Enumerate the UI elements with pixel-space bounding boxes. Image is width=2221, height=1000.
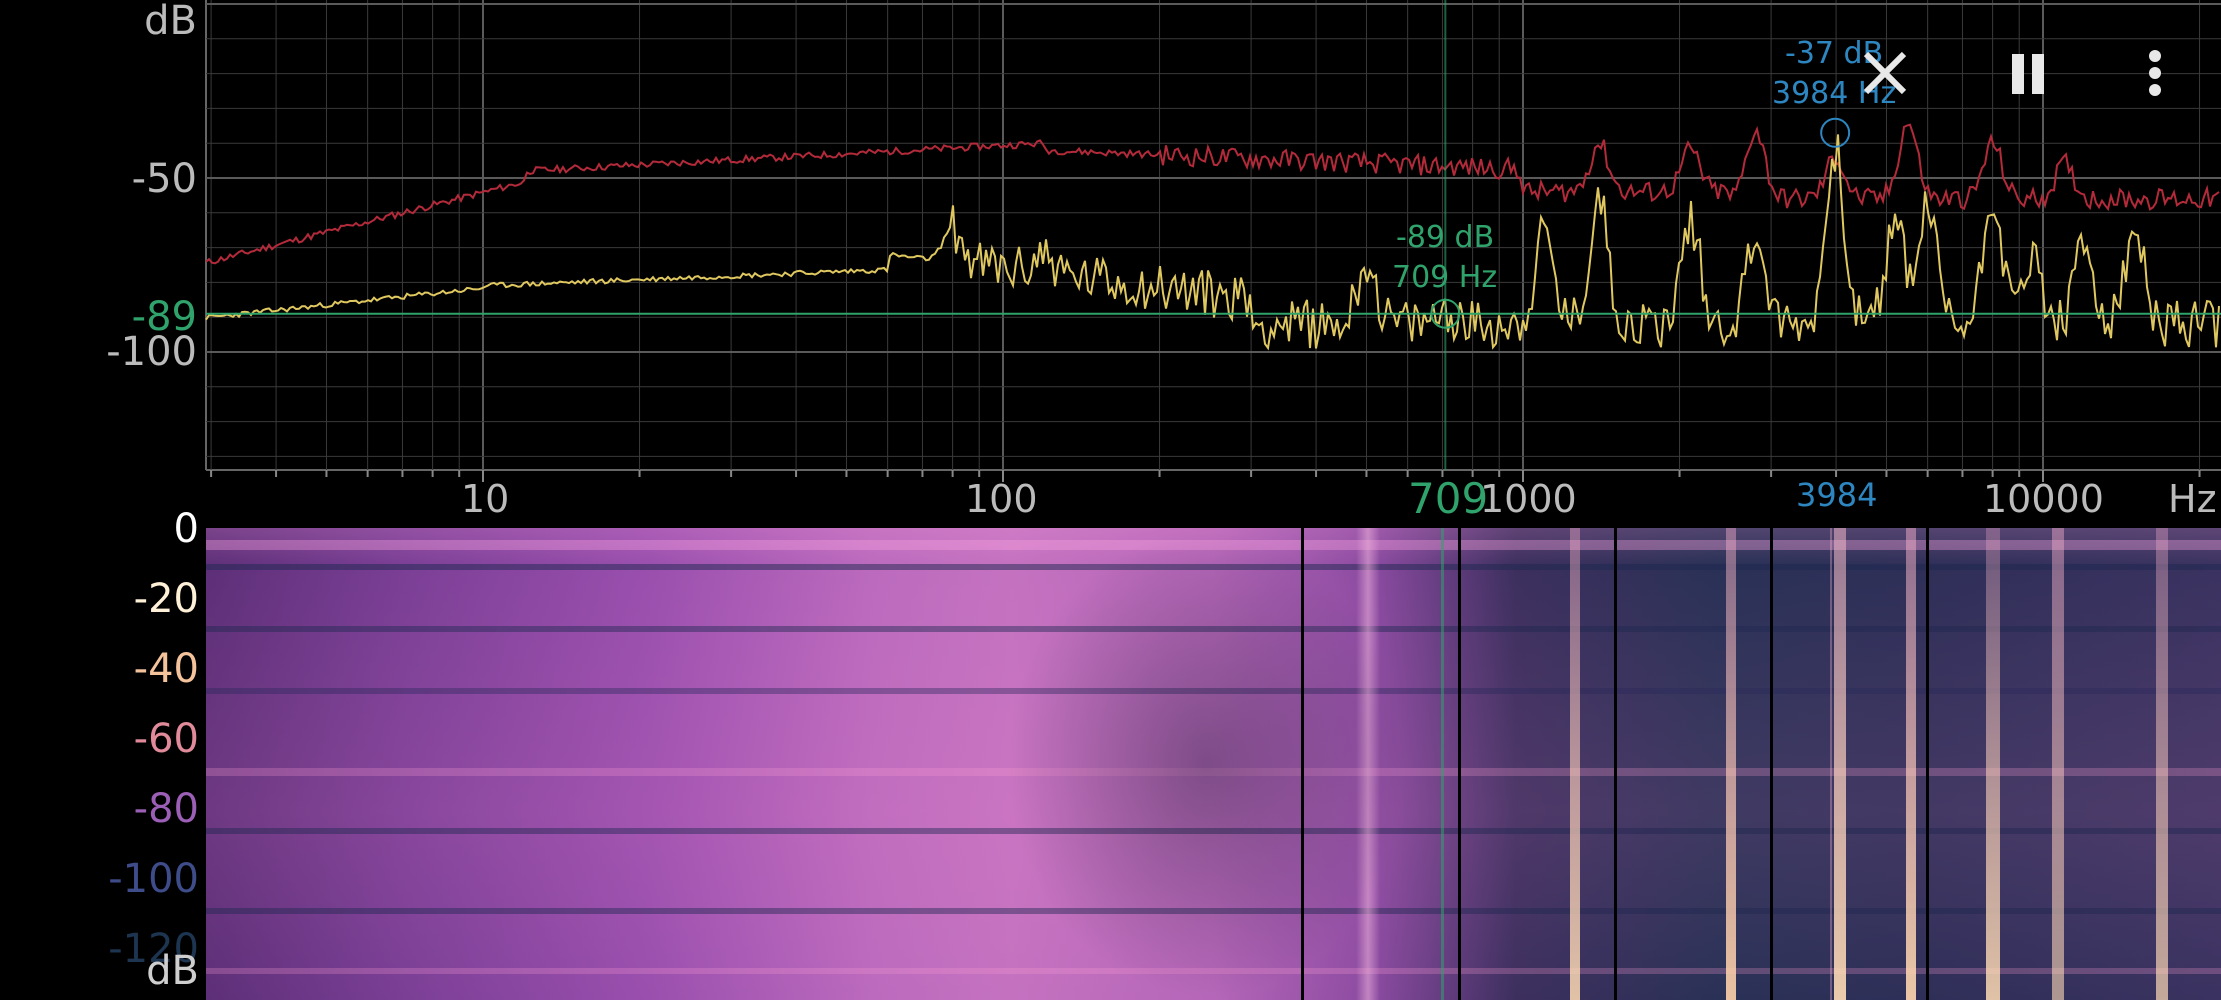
- spectrogram-line: [1906, 528, 1916, 1000]
- spectrogram-line: [1986, 528, 2000, 1000]
- top-axis-unit: dB: [144, 0, 197, 44]
- x-label-100: 100: [965, 477, 1038, 521]
- plot-curves: [205, 123, 2220, 351]
- spectrogram-line: [2156, 528, 2168, 1000]
- spectrogram-scale-minus20: -20: [133, 576, 199, 622]
- more-vertical-icon[interactable]: [2145, 46, 2165, 102]
- plot-markers: [206, 0, 2221, 470]
- spectrogram-divider: [1614, 528, 1617, 1000]
- spectrogram-divider: [1458, 528, 1461, 1000]
- x-label-10000: 10000: [1983, 477, 2104, 521]
- spectrogram-scale-unit: dB: [146, 948, 199, 994]
- peak-hold-trace: [205, 123, 2220, 265]
- x-axis-unit: Hz: [2168, 477, 2217, 521]
- spectrogram-noise: [1006, 528, 1406, 1000]
- spectrogram-scale-minus80: -80: [133, 786, 199, 832]
- spectrogram-line: [1830, 528, 1832, 1000]
- spectrogram-scale-0: 0: [173, 506, 199, 552]
- x-label-10: 10: [461, 477, 510, 521]
- blue-marker-hz-label: 3984: [1796, 476, 1878, 514]
- spectrogram-green-marker: [1441, 528, 1444, 1000]
- spectrogram-scale-minus40: -40: [133, 646, 199, 692]
- x-label-1000: 1000: [1480, 477, 1577, 521]
- spectrogram-line: [1570, 528, 1580, 1000]
- spectrogram-line: [1834, 528, 1846, 1000]
- spectrogram-divider: [1301, 528, 1304, 1000]
- spectrogram-scale-minus60: -60: [133, 716, 199, 762]
- green-marker-hz-label: 709: [1408, 474, 1489, 523]
- spectrogram[interactable]: [206, 528, 2221, 1000]
- close-icon[interactable]: [1862, 50, 1908, 96]
- green-marker-db-label: -89: [131, 294, 197, 340]
- top-axis-label-minus50: -50: [131, 156, 197, 202]
- spectrogram-scale-minus100: -100: [108, 856, 199, 902]
- green-peak-hz-label: 709 Hz: [1392, 260, 1498, 295]
- plot-grid: [205, 0, 2221, 482]
- spectrogram-line: [1726, 528, 1736, 1000]
- blue-peak-marker: [1820, 117, 1851, 148]
- spectrum-trace: [205, 134, 2220, 351]
- pause-icon[interactable]: [2008, 50, 2048, 96]
- spectrogram-divider: [1926, 528, 1929, 1000]
- spectrogram-line: [2052, 528, 2064, 1000]
- spectrogram-divider: [1770, 528, 1773, 1000]
- green-peak-db-label: -89 dB: [1396, 220, 1495, 255]
- close-icon-glyph: [1863, 51, 1907, 95]
- spectrum-analyzer-screen: dB -50 -100 -89 10 100 1000 10000 Hz 709…: [0, 0, 2221, 1000]
